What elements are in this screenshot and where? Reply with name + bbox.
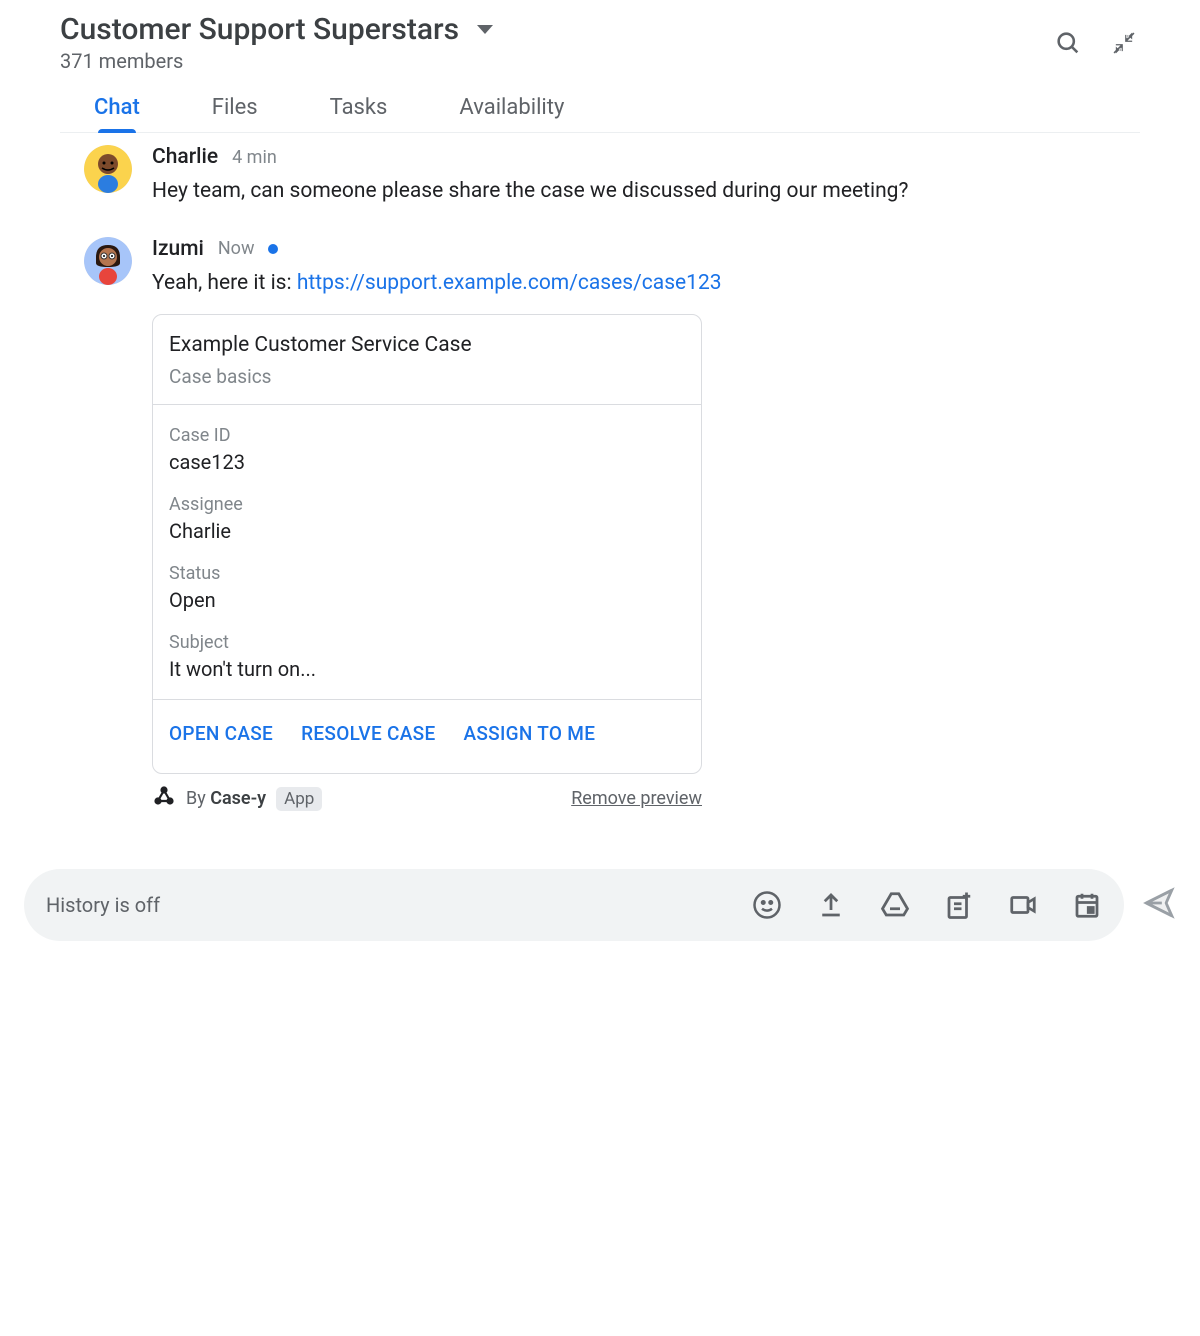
composer-row: History is off [0, 861, 1200, 961]
avatar[interactable] [84, 237, 132, 285]
composer-input[interactable]: History is off [46, 893, 752, 917]
field-label: Case ID [169, 425, 685, 446]
message: Izumi Now Yeah, here it is: https://supp… [84, 237, 1140, 814]
upload-icon[interactable] [816, 890, 846, 920]
card-field: Status Open [169, 563, 685, 612]
calendar-icon[interactable] [1072, 890, 1102, 920]
tab-tasks[interactable]: Tasks [330, 95, 388, 132]
message-text-prefix: Yeah, here it is: [152, 271, 297, 295]
card-title: Example Customer Service Case [169, 333, 685, 357]
video-icon[interactable] [1008, 890, 1038, 920]
message-time: 4 min [232, 147, 277, 168]
link-preview-card: Example Customer Service Case Case basic… [152, 314, 702, 774]
message-author: Charlie [152, 145, 218, 169]
field-label: Status [169, 563, 685, 584]
message: Charlie 4 min Hey team, can someone plea… [84, 145, 1140, 209]
space-header: Customer Support Superstars 371 members … [0, 0, 1200, 133]
remove-preview-link[interactable]: Remove preview [571, 788, 702, 809]
avatar[interactable] [84, 145, 132, 193]
tab-availability[interactable]: Availability [459, 95, 564, 132]
chevron-down-icon[interactable] [477, 25, 493, 34]
attribution-prefix: By [186, 788, 210, 809]
search-icon[interactable] [1054, 29, 1082, 57]
message-composer[interactable]: History is off [24, 869, 1124, 941]
card-field: Case ID case123 [169, 425, 685, 474]
status-dot-icon [268, 244, 278, 254]
card-field: Assignee Charlie [169, 494, 685, 543]
resolve-case-button[interactable]: RESOLVE CASE [301, 722, 435, 745]
tabs: Chat Files Tasks Availability [60, 95, 1140, 133]
tab-chat[interactable]: Chat [94, 95, 140, 132]
field-value: It won't turn on... [169, 657, 685, 681]
message-text: Hey team, can someone please share the c… [152, 175, 1140, 209]
field-value: Open [169, 588, 685, 612]
app-name: Case-y [210, 788, 266, 809]
collapse-icon[interactable] [1110, 29, 1138, 57]
card-attribution: By Case-y App Remove preview [152, 784, 702, 813]
app-badge: App [276, 787, 322, 811]
new-doc-icon[interactable] [944, 890, 974, 920]
message-text: Yeah, here it is: https://support.exampl… [152, 267, 1140, 301]
open-case-button[interactable]: OPEN CASE [169, 722, 273, 745]
message-author: Izumi [152, 237, 204, 261]
tab-files[interactable]: Files [212, 95, 258, 132]
message-time: Now [218, 238, 255, 259]
message-link[interactable]: https://support.example.com/cases/case12… [297, 271, 722, 295]
send-button[interactable] [1142, 886, 1176, 924]
field-label: Assignee [169, 494, 685, 515]
member-count: 371 members [60, 49, 493, 73]
emoji-icon[interactable] [752, 890, 782, 920]
card-field: Subject It won't turn on... [169, 632, 685, 681]
drive-icon[interactable] [880, 890, 910, 920]
field-value: Charlie [169, 519, 685, 543]
assign-to-me-button[interactable]: ASSIGN TO ME [463, 722, 595, 745]
webhook-icon [152, 784, 176, 813]
field-value: case123 [169, 450, 685, 474]
field-label: Subject [169, 632, 685, 653]
card-subtitle: Case basics [169, 365, 685, 388]
message-list: Charlie 4 min Hey team, can someone plea… [0, 133, 1200, 861]
space-title: Customer Support Superstars [60, 12, 459, 47]
